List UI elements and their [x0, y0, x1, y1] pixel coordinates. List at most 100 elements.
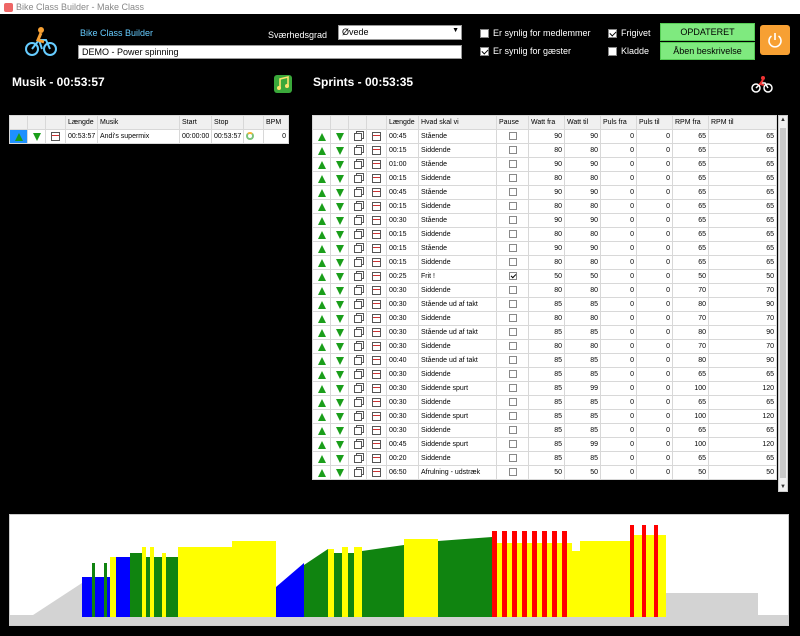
- delete-icon-cell[interactable]: [366, 227, 387, 242]
- sprint-pulse-to[interactable]: 0: [636, 171, 673, 186]
- sprint-length[interactable]: 00:15: [386, 241, 419, 256]
- sprint-length[interactable]: 00:30: [386, 311, 419, 326]
- sprint-watt-from[interactable]: 85: [528, 353, 565, 368]
- sprint-rpm-from[interactable]: 65: [672, 423, 709, 438]
- sprint-rpm-from[interactable]: 65: [672, 129, 709, 144]
- copy-icon[interactable]: [353, 174, 362, 183]
- sprint-rpm-to[interactable]: 70: [708, 311, 777, 326]
- sprint-watt-from[interactable]: 85: [528, 367, 565, 382]
- sprint-what[interactable]: Stående: [418, 129, 497, 144]
- sprint-rpm-to[interactable]: 65: [708, 367, 777, 382]
- move-up-icon[interactable]: [317, 272, 326, 281]
- delete-icon-cell[interactable]: [366, 311, 387, 326]
- move-down-icon[interactable]: [335, 356, 344, 365]
- delete-icon-cell[interactable]: [366, 451, 387, 466]
- sprint-rpm-to[interactable]: 65: [708, 395, 777, 410]
- sprint-pulse-from[interactable]: 0: [600, 465, 637, 480]
- move-down-icon-cell[interactable]: [330, 465, 349, 480]
- pause-checkbox[interactable]: [508, 453, 517, 462]
- music-col-header[interactable]: [45, 115, 66, 130]
- sprint-rpm-from[interactable]: 50: [672, 269, 709, 284]
- sprint-rpm-to[interactable]: 65: [708, 213, 777, 228]
- pause-cell[interactable]: [496, 129, 529, 144]
- move-up-icon-cell[interactable]: [312, 185, 331, 200]
- music-col-header[interactable]: Stop: [211, 115, 244, 130]
- move-up-icon[interactable]: [317, 314, 326, 323]
- sprint-rpm-from[interactable]: 65: [672, 395, 709, 410]
- sprint-rpm-from[interactable]: 65: [672, 185, 709, 200]
- sprint-length[interactable]: 00:30: [386, 381, 419, 396]
- delete-icon[interactable]: [372, 272, 381, 281]
- pause-cell[interactable]: [496, 437, 529, 452]
- sprint-pulse-to[interactable]: 0: [636, 325, 673, 340]
- move-down-icon-cell[interactable]: [27, 129, 46, 144]
- pause-checkbox[interactable]: [508, 313, 517, 322]
- sprint-length[interactable]: 00:20: [386, 451, 419, 466]
- move-up-icon-cell[interactable]: [312, 171, 331, 186]
- sprint-watt-to[interactable]: 90: [564, 129, 601, 144]
- copy-icon[interactable]: [353, 132, 362, 141]
- copy-icon-cell[interactable]: [348, 339, 367, 354]
- delete-icon[interactable]: [372, 440, 381, 449]
- sprint-rpm-from[interactable]: 50: [672, 465, 709, 480]
- copy-icon-cell[interactable]: [348, 381, 367, 396]
- pause-cell[interactable]: [496, 297, 529, 312]
- sprint-rpm-from[interactable]: 65: [672, 227, 709, 242]
- sprint-what[interactable]: Stående: [418, 185, 497, 200]
- pause-cell[interactable]: [496, 283, 529, 298]
- sprint-length[interactable]: 00:30: [386, 213, 419, 228]
- sprint-watt-from[interactable]: 85: [528, 381, 565, 396]
- sprint-pulse-from[interactable]: 0: [600, 143, 637, 158]
- pause-checkbox[interactable]: [508, 425, 517, 434]
- sprint-col-header[interactable]: [366, 115, 387, 130]
- delete-icon[interactable]: [372, 132, 381, 141]
- music-col-header[interactable]: [243, 115, 264, 130]
- delete-icon-cell[interactable]: [366, 213, 387, 228]
- sprint-watt-to[interactable]: 50: [564, 465, 601, 480]
- move-up-icon-cell[interactable]: [312, 409, 331, 424]
- sprint-watt-to[interactable]: 80: [564, 255, 601, 270]
- pause-checkbox[interactable]: [508, 173, 517, 182]
- move-up-icon-cell[interactable]: [312, 367, 331, 382]
- delete-icon[interactable]: [372, 230, 381, 239]
- pause-cell[interactable]: [496, 339, 529, 354]
- sprint-pulse-from[interactable]: 0: [600, 199, 637, 214]
- sprint-what[interactable]: Siddende: [418, 283, 497, 298]
- sprint-what[interactable]: Siddende: [418, 143, 497, 158]
- copy-icon-cell[interactable]: [348, 465, 367, 480]
- move-down-icon-cell[interactable]: [330, 423, 349, 438]
- sprint-watt-to[interactable]: 85: [564, 423, 601, 438]
- sprint-length[interactable]: 00:30: [386, 325, 419, 340]
- pause-cell[interactable]: [496, 227, 529, 242]
- table-row[interactable]: 00:30 Siddende spurt 85 85 0 0 100 120: [312, 409, 777, 424]
- move-up-icon[interactable]: [317, 202, 326, 211]
- sprint-rpm-from[interactable]: 80: [672, 325, 709, 340]
- sprint-length[interactable]: 01:00: [386, 157, 419, 172]
- table-row[interactable]: 00:30 Siddende 80 80 0 0 70 70: [312, 283, 777, 298]
- sprint-rpm-to[interactable]: 65: [708, 129, 777, 144]
- sprint-what[interactable]: Siddende: [418, 423, 497, 438]
- sprint-what[interactable]: Stående ud af takt: [418, 353, 497, 368]
- sprint-rpm-from[interactable]: 65: [672, 171, 709, 186]
- sprint-what[interactable]: Siddende spurt: [418, 437, 497, 452]
- move-down-icon-cell[interactable]: [330, 395, 349, 410]
- sprint-pulse-to[interactable]: 0: [636, 213, 673, 228]
- sprint-rpm-to[interactable]: 65: [708, 423, 777, 438]
- sprint-what[interactable]: Siddende: [418, 227, 497, 242]
- sprint-rpm-from[interactable]: 65: [672, 157, 709, 172]
- copy-icon-cell[interactable]: [348, 199, 367, 214]
- music-col-header[interactable]: [9, 115, 28, 130]
- copy-icon-cell[interactable]: [348, 325, 367, 340]
- move-down-icon-cell[interactable]: [330, 437, 349, 452]
- delete-icon-cell[interactable]: [366, 353, 387, 368]
- sprint-pulse-from[interactable]: 0: [600, 423, 637, 438]
- move-up-icon[interactable]: [317, 174, 326, 183]
- move-up-icon-cell[interactable]: [312, 451, 331, 466]
- sprint-watt-from[interactable]: 85: [528, 395, 565, 410]
- move-up-icon[interactable]: [317, 412, 326, 421]
- sprint-rpm-from[interactable]: 65: [672, 143, 709, 158]
- sprint-what[interactable]: Siddende: [418, 199, 497, 214]
- table-row[interactable]: 00:30 Siddende 85 85 0 0 65 65: [312, 423, 777, 438]
- sprint-watt-from[interactable]: 85: [528, 325, 565, 340]
- sprint-length[interactable]: 00:30: [386, 423, 419, 438]
